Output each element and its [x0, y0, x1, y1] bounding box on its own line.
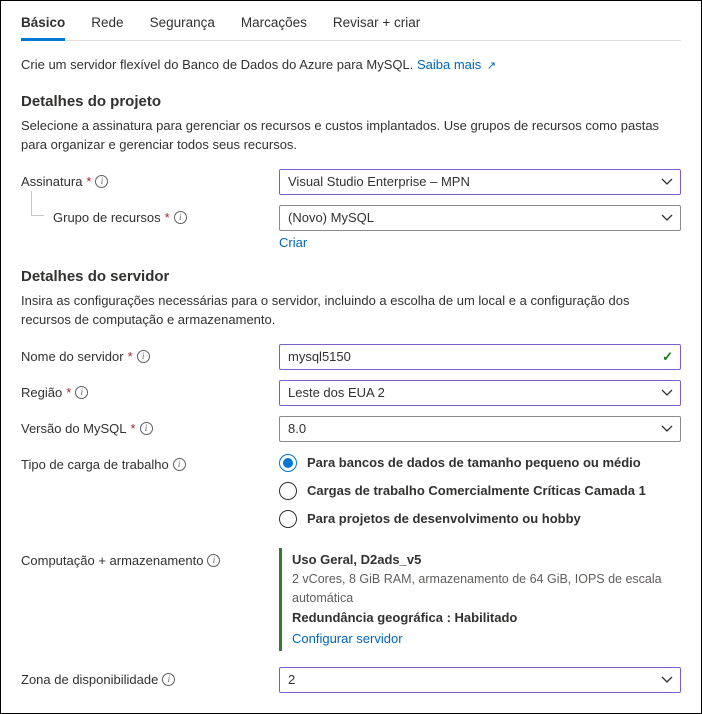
subscription-select[interactable]: Visual Studio Enterprise – MPN — [279, 169, 681, 195]
required-star: * — [128, 349, 133, 364]
compute-storage-label-text: Computação + armazenamento — [21, 553, 203, 568]
region-value: Leste dos EUA 2 — [288, 385, 385, 400]
tab-network[interactable]: Rede — [91, 11, 123, 41]
server-name-input[interactable]: mysql5150 ✓ — [279, 344, 681, 370]
info-icon[interactable]: i — [174, 211, 187, 224]
server-name-label-text: Nome do servidor — [21, 349, 124, 364]
availability-zone-label: Zona de disponibilidade i — [21, 667, 279, 687]
radio-icon — [279, 510, 297, 528]
workload-radio-dev[interactable]: Para projetos de desenvolvimento ou hobb… — [279, 510, 681, 528]
subscription-label-text: Assinatura — [21, 174, 82, 189]
compute-redundancy: Redundância geográfica : Habilitado — [292, 608, 681, 628]
learn-more-link[interactable]: Saiba mais ↗ — [417, 57, 496, 72]
mysql-version-select[interactable]: 8.0 — [279, 416, 681, 442]
radio-icon — [279, 482, 297, 500]
workload-type-label-text: Tipo de carga de trabalho — [21, 457, 169, 472]
radio-icon-checked — [279, 454, 297, 472]
workload-type-label: Tipo de carga de trabalho i — [21, 452, 279, 472]
region-select[interactable]: Leste dos EUA 2 — [279, 380, 681, 406]
mysql-version-value: 8.0 — [288, 421, 306, 436]
create-resource-group-link[interactable]: Criar — [279, 235, 307, 250]
availability-zone-label-text: Zona de disponibilidade — [21, 672, 158, 687]
server-name-label: Nome do servidor * i — [21, 344, 279, 364]
required-star: * — [131, 421, 136, 436]
external-link-icon: ↗ — [487, 60, 496, 72]
chevron-down-icon — [661, 178, 673, 186]
info-icon[interactable]: i — [75, 386, 88, 399]
tab-tags[interactable]: Marcações — [241, 11, 307, 41]
chevron-down-icon — [661, 425, 673, 433]
resource-group-label: Grupo de recursos * i — [21, 205, 279, 225]
info-icon[interactable]: i — [95, 175, 108, 188]
compute-storage-label: Computação + armazenamento i — [21, 548, 279, 568]
subscription-value: Visual Studio Enterprise – MPN — [288, 174, 470, 189]
server-heading: Detalhes do servidor — [21, 268, 681, 285]
mysql-version-label: Versão do MySQL * i — [21, 416, 279, 436]
region-label-text: Região — [21, 385, 62, 400]
tab-review[interactable]: Revisar + criar — [333, 11, 420, 41]
intro-text: Crie um servidor flexível do Banco de Da… — [21, 55, 681, 75]
resource-group-label-text: Grupo de recursos — [53, 210, 161, 225]
workload-critical-label: Cargas de trabalho Comercialmente Crític… — [307, 483, 646, 498]
workload-radio-small[interactable]: Para bancos de dados de tamanho pequeno … — [279, 454, 681, 472]
tab-basic[interactable]: Básico — [21, 11, 65, 41]
project-heading: Detalhes do projeto — [21, 93, 681, 110]
required-star: * — [66, 385, 71, 400]
availability-zone-value: 2 — [288, 672, 295, 687]
workload-radio-critical[interactable]: Cargas de trabalho Comercialmente Crític… — [279, 482, 681, 500]
valid-check-icon: ✓ — [662, 349, 673, 365]
chevron-down-icon — [661, 676, 673, 684]
compute-detail: 2 vCores, 8 GiB RAM, armazenamento de 64… — [292, 570, 681, 609]
tabs-bar: Básico Rede Segurança Marcações Revisar … — [21, 1, 681, 41]
resource-group-value: (Novo) MySQL — [288, 210, 374, 225]
chevron-down-icon — [661, 214, 673, 222]
info-icon[interactable]: i — [137, 350, 150, 363]
tab-security[interactable]: Segurança — [150, 11, 215, 41]
mysql-version-label-text: Versão do MySQL — [21, 421, 127, 436]
required-star: * — [86, 174, 91, 189]
chevron-down-icon — [661, 389, 673, 397]
project-desc: Selecione a assinatura para gerenciar os… — [21, 116, 681, 155]
compute-summary: Uso Geral, D2ads_v5 2 vCores, 8 GiB RAM,… — [279, 548, 681, 651]
workload-dev-label: Para projetos de desenvolvimento ou hobb… — [307, 511, 581, 526]
intro-sentence: Crie um servidor flexível do Banco de Da… — [21, 57, 413, 72]
info-icon[interactable]: i — [140, 422, 153, 435]
learn-more-label: Saiba mais — [417, 57, 481, 72]
workload-small-label: Para bancos de dados de tamanho pequeno … — [307, 455, 641, 470]
configure-server-link[interactable]: Configurar servidor — [292, 631, 403, 646]
subscription-label: Assinatura * i — [21, 169, 279, 189]
availability-zone-select[interactable]: 2 — [279, 667, 681, 693]
required-star: * — [165, 210, 170, 225]
region-label: Região * i — [21, 380, 279, 400]
info-icon[interactable]: i — [207, 554, 220, 567]
info-icon[interactable]: i — [173, 458, 186, 471]
compute-sku: Uso Geral, D2ads_v5 — [292, 550, 681, 570]
server-name-value: mysql5150 — [288, 349, 351, 364]
server-desc: Insira as configurações necessárias para… — [21, 291, 681, 330]
info-icon[interactable]: i — [162, 673, 175, 686]
resource-group-select[interactable]: (Novo) MySQL — [279, 205, 681, 231]
